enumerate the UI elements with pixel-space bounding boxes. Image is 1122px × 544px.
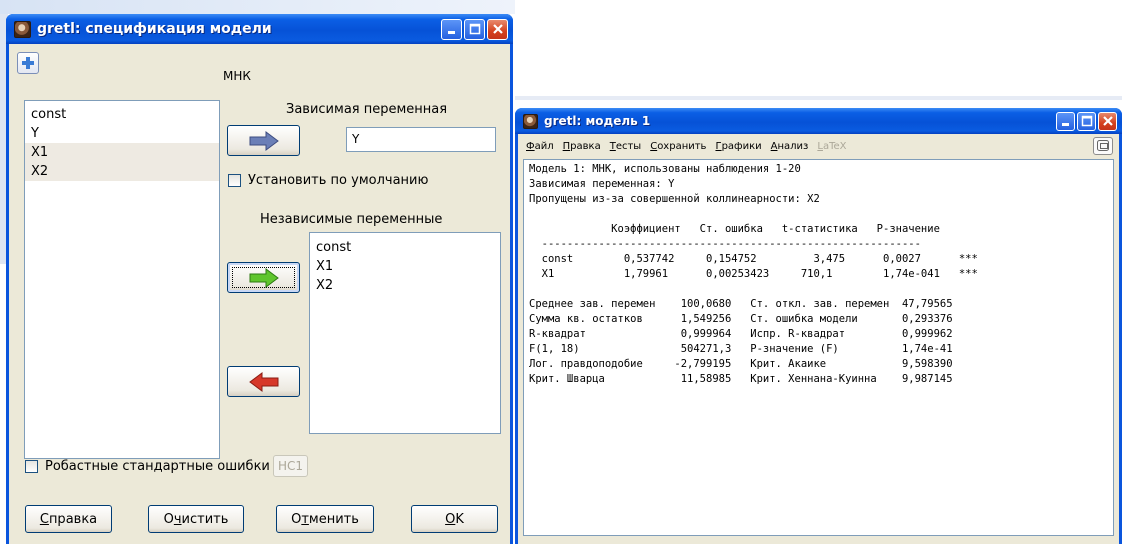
window-restore-button[interactable]: [1093, 137, 1113, 155]
maximize-button[interactable]: [1077, 111, 1096, 131]
menu-edit-label: равка: [570, 140, 601, 152]
menu-latex[interactable]: LaTeX: [817, 141, 846, 152]
menu-analysis[interactable]: Анализ: [771, 141, 809, 152]
desktop-taskbar-remnant: [515, 96, 1122, 100]
model-window-body: Файл Правка Тесты Сохранить Графики Анал…: [518, 134, 1119, 544]
dependent-variable-label: Зависимая переменная: [286, 102, 448, 117]
robust-errors-checkbox[interactable]: [25, 460, 38, 473]
estimator-label: МНК: [223, 69, 251, 83]
list-item[interactable]: Y: [25, 124, 219, 143]
help-button-mnemonic: С: [39, 511, 49, 527]
model-window-titlebar[interactable]: gretl: модель 1: [515, 108, 1122, 134]
cancel-button-mnemonic: т: [301, 511, 309, 527]
menu-file-label: айл: [534, 140, 554, 152]
stats-line: F(1, 18) 504271,3 Р-значение (F) 1,74e-4…: [529, 343, 953, 355]
arrow-right-icon: [249, 267, 279, 288]
model-output-window: gretl: модель 1 Файл Правка Тесты Сохран…: [515, 108, 1122, 544]
clear-button-label-rest: истить: [181, 511, 229, 527]
set-default-checkbox[interactable]: [228, 174, 241, 187]
menu-save-label: охранить: [657, 140, 707, 152]
list-item[interactable]: X1: [310, 257, 500, 276]
table-row: const 0,537742 0,154752 3,475 0,0027 ***: [529, 253, 978, 265]
add-variable-button[interactable]: [17, 52, 39, 74]
menu-save[interactable]: Сохранить: [650, 141, 706, 152]
arrow-right-icon: [249, 130, 279, 151]
output-line: Зависимая переменная: Y: [529, 178, 675, 190]
menu-latex-label: aTeX: [822, 140, 847, 152]
minimize-button[interactable]: [441, 18, 462, 40]
list-item[interactable]: X2: [25, 162, 219, 181]
clear-button[interactable]: Оч истить: [148, 505, 244, 533]
table-header: Коэффициент Ст. ошибка t-статистика P-зн…: [529, 223, 940, 235]
clear-button-label: О: [163, 511, 174, 527]
remove-independent-button[interactable]: [227, 366, 300, 397]
variable-list[interactable]: const Y X1 X2: [24, 100, 220, 459]
list-item[interactable]: const: [25, 105, 219, 124]
menu-file-mnemonic: Ф: [526, 140, 535, 152]
set-default-label: Установить по умолчанию: [248, 173, 429, 188]
ok-button[interactable]: OK: [411, 505, 498, 533]
output-line: Пропущены из-за совершенной коллинеарнос…: [529, 193, 820, 205]
model-window-title: gretl: модель 1: [544, 114, 651, 128]
menu-graphs[interactable]: Графики: [715, 141, 761, 152]
hc-variant-button[interactable]: HC1: [273, 455, 309, 477]
help-button-label-rest: правка: [48, 511, 98, 527]
maximize-button[interactable]: [464, 18, 485, 40]
list-item[interactable]: X1: [25, 143, 219, 162]
desktop-strip-top: [0, 0, 515, 14]
cancel-button-label: О: [291, 511, 302, 527]
stats-line: Крит. Шварца 11,58985 Крит. Хеннана-Куин…: [529, 373, 953, 385]
menu-file[interactable]: Файл: [526, 141, 554, 152]
list-item[interactable]: const: [310, 238, 500, 257]
ok-button-label-rest: K: [455, 511, 464, 527]
stats-line: Среднее зав. перемен 100,0680 Ст. откл. …: [529, 298, 953, 310]
menu-analysis-label: нализ: [777, 140, 809, 152]
menu-graphs-label: рафики: [721, 140, 762, 152]
dialog-title: gretl: спецификация модели: [37, 21, 272, 37]
close-button[interactable]: [487, 18, 508, 40]
close-button[interactable]: [1098, 111, 1117, 131]
set-dependent-button[interactable]: [227, 125, 300, 156]
stats-line: Лог. правдоподобие -2,799195 Крит. Акаик…: [529, 358, 953, 370]
help-button[interactable]: Справка: [25, 505, 112, 533]
model-spec-dialog: gretl: спецификация модели МНК const Y X…: [6, 14, 513, 544]
cancel-button[interactable]: От менить: [276, 505, 374, 533]
stats-line: R-квадрат 0,999964 Испр. R-квадрат 0,999…: [529, 328, 953, 340]
list-item[interactable]: X2: [310, 276, 500, 295]
minimize-button[interactable]: [1056, 111, 1075, 131]
robust-errors-label: Робастные стандартные ошибки: [45, 459, 270, 474]
table-rule: ----------------------------------------…: [529, 238, 921, 250]
output-line: Модель 1: МНК, использованы наблюдения 1…: [529, 163, 801, 175]
model-output-text[interactable]: Модель 1: МНК, использованы наблюдения 1…: [523, 159, 1114, 536]
independent-variable-list[interactable]: const X1 X2: [309, 232, 501, 434]
add-independent-button[interactable]: [227, 262, 300, 293]
dialog-titlebar[interactable]: gretl: спецификация модели: [6, 14, 513, 44]
stats-line: Сумма кв. остатков 1,549256 Ст. ошибка м…: [529, 313, 953, 325]
gretl-logo-icon: [14, 20, 31, 38]
clear-button-mnemonic: ч: [173, 511, 182, 527]
independent-variables-label: Независимые переменные: [260, 212, 443, 227]
plus-icon: [22, 57, 34, 69]
gretl-logo-icon: [523, 113, 538, 129]
ok-button-mnemonic: O: [445, 511, 456, 527]
menu-tests-label: есты: [615, 140, 642, 152]
table-row: X1 1,79961 0,00253423 710,1 1,74e-041 **…: [529, 268, 978, 280]
restore-window-icon: [1097, 140, 1109, 151]
menu-tests[interactable]: Тесты: [610, 141, 641, 152]
cancel-button-label-rest: менить: [308, 511, 359, 527]
arrow-left-icon: [248, 371, 278, 392]
menu-analysis-mnemonic: А: [770, 140, 778, 152]
menu-edit[interactable]: Правка: [563, 141, 601, 152]
dependent-variable-field[interactable]: Y: [346, 127, 496, 152]
dialog-body: МНК const Y X1 X2 Зависимая переменная Y…: [9, 44, 510, 544]
menu-bar: Файл Правка Тесты Сохранить Графики Анал…: [518, 134, 1119, 158]
